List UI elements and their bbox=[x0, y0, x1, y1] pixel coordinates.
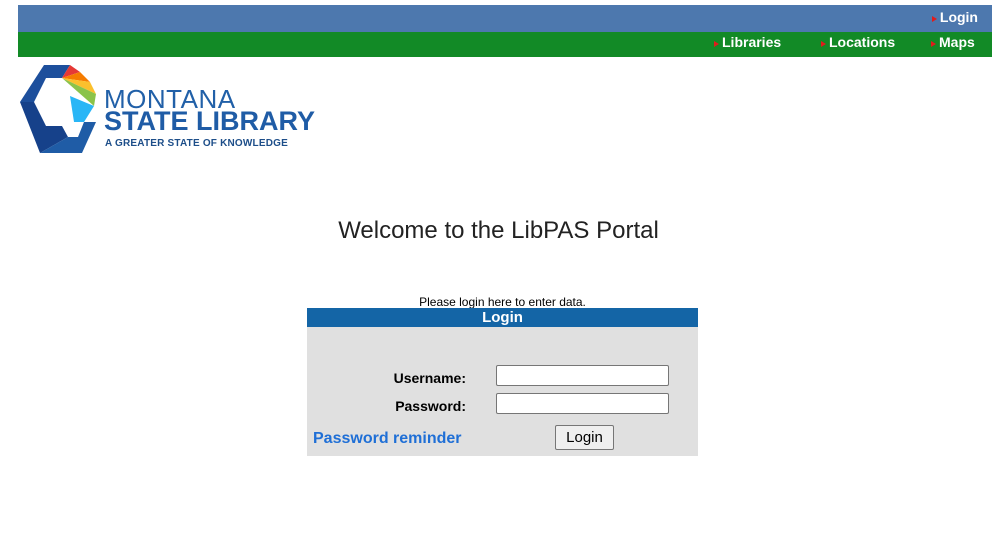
password-field[interactable] bbox=[496, 393, 669, 414]
username-field[interactable] bbox=[496, 365, 669, 386]
password-reminder-link[interactable]: Password reminder bbox=[313, 430, 462, 448]
login-link-label: Login bbox=[939, 9, 978, 25]
nav-bar: Libraries Locations Maps bbox=[18, 32, 992, 57]
login-button[interactable]: Login bbox=[555, 425, 614, 450]
password-label: Password: bbox=[395, 398, 466, 414]
logo-tagline: A GREATER STATE OF KNOWLEDGE bbox=[105, 138, 289, 149]
nav-link-maps[interactable]: Maps bbox=[931, 34, 975, 50]
nav-link-label: Maps bbox=[939, 34, 975, 50]
logo-line2: STATE LIBRARY bbox=[104, 106, 315, 136]
arrow-bullet-icon bbox=[931, 16, 937, 22]
login-link[interactable]: Login bbox=[931, 9, 978, 25]
username-label: Username: bbox=[393, 370, 466, 386]
nav-link-label: Libraries bbox=[722, 34, 782, 50]
nav-link-libraries[interactable]: Libraries bbox=[714, 34, 781, 50]
top-bar: Login bbox=[18, 5, 992, 32]
arrow-bullet-icon bbox=[931, 41, 936, 47]
login-panel-header: Login bbox=[307, 308, 698, 327]
montana-state-library-logo: MONTANA STATE LIBRARY A GREATER STATE OF… bbox=[18, 62, 338, 157]
nav-link-locations[interactable]: Locations bbox=[821, 34, 895, 50]
arrow-bullet-icon bbox=[714, 41, 719, 47]
arrow-bullet-icon bbox=[821, 41, 826, 47]
nav-link-label: Locations bbox=[829, 34, 896, 50]
login-hint: Please login here to enter data. bbox=[419, 295, 586, 309]
page-title: Welcome to the LibPAS Portal bbox=[338, 217, 659, 244]
logo-mark-icon bbox=[20, 65, 96, 153]
login-panel: Username: Password: Password reminder Lo… bbox=[307, 327, 698, 456]
